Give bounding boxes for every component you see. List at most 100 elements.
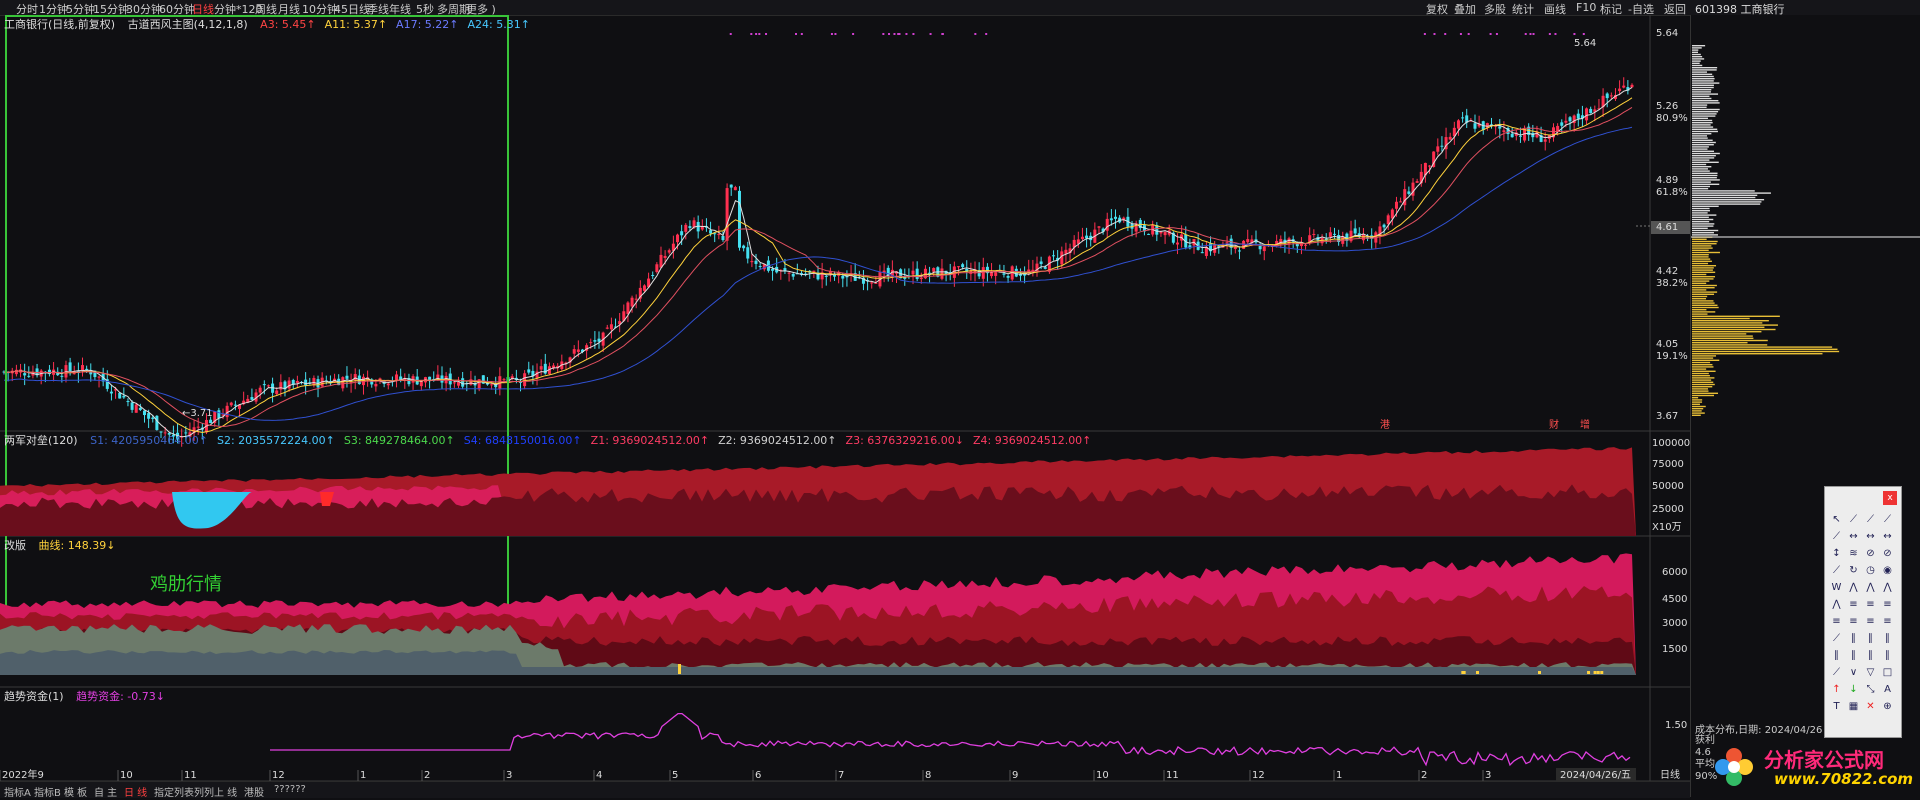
cost-bar — [1692, 104, 1708, 106]
y-tick-main: 5.64 — [1656, 28, 1678, 39]
candle-body — [1456, 120, 1460, 129]
cost-bar — [1692, 205, 1719, 207]
draw-tool-icon[interactable]: ✕ — [1862, 698, 1879, 715]
candle-body — [725, 188, 729, 241]
draw-tool-icon[interactable]: ∥ — [1845, 647, 1862, 664]
cost-bar — [1692, 135, 1708, 137]
draw-tool-icon[interactable]: ⊕ — [1879, 698, 1896, 715]
candle-body — [250, 397, 254, 400]
main-value-2: A17: 5.22↑ — [396, 18, 459, 31]
draw-tool-icon[interactable]: ∥ — [1879, 647, 1896, 664]
candle-body — [134, 404, 138, 413]
draw-tool-icon[interactable]: ⟋ — [1879, 511, 1896, 528]
draw-tool-icon[interactable]: ≡ — [1845, 596, 1862, 613]
signal-dot — [1524, 33, 1527, 35]
draw-tool-icon[interactable]: ▦ — [1845, 698, 1862, 715]
candle-body — [1510, 133, 1514, 138]
chart-canvas[interactable]: 5.64 ←3.71 港 财 增 5.64 5.2680.9% 4.8961.8% 4.61 4.… — [0, 15, 1690, 781]
y-tick-main: 3.67 — [1656, 411, 1678, 422]
candle-body — [395, 374, 399, 380]
draw-tool-icon[interactable]: ∥ — [1879, 630, 1896, 647]
candle-body — [266, 385, 270, 387]
bottom-tab-9[interactable]: ?????? — [274, 784, 306, 795]
candle-body — [151, 417, 155, 419]
x-tick-label: 1 — [1336, 770, 1342, 781]
draw-tool-icon[interactable]: T — [1828, 698, 1845, 715]
toolbar-item-5[interactable]: F10 — [1576, 1, 1596, 14]
draw-tool-icon[interactable]: ∥ — [1845, 630, 1862, 647]
cost-bar — [1692, 183, 1720, 185]
y-tick-panel2: 50000 — [1652, 481, 1684, 492]
draw-tool-icon[interactable]: ⟋ — [1845, 511, 1862, 528]
draw-tool-icon[interactable]: ⋀ — [1828, 596, 1845, 613]
y-tick-panel3: 1500 — [1662, 644, 1687, 655]
candle-body — [1225, 242, 1229, 244]
draw-tool-icon[interactable]: ≡ — [1862, 596, 1879, 613]
draw-tool-icon[interactable]: ≡ — [1845, 613, 1862, 630]
panel2-title[interactable]: 两军对垒(120) — [4, 434, 78, 447]
cost-bar — [1692, 192, 1771, 194]
main-panel-title: 工商银行(日线,前复权) — [4, 18, 116, 31]
draw-tool-icon[interactable]: ⋀ — [1879, 579, 1896, 596]
draw-tool-icon[interactable]: ↓ — [1845, 681, 1862, 698]
draw-tool-icon[interactable]: ↔ — [1845, 528, 1862, 545]
panel2-value-6: Z3: 6376329216.00↓ — [845, 434, 964, 447]
candle-body — [1630, 84, 1634, 88]
cost-bar — [1692, 216, 1709, 218]
draw-tool-icon[interactable]: ⋀ — [1845, 579, 1862, 596]
signal-dot — [1489, 33, 1492, 35]
draw-tool-icon[interactable]: ▽ — [1862, 664, 1879, 681]
signal-dot — [795, 33, 797, 35]
candle-body — [130, 402, 134, 410]
panel4-title[interactable]: 趋势资金(1) — [4, 690, 64, 703]
cost-bar — [1692, 366, 1714, 368]
draw-tool-icon[interactable]: □ — [1879, 664, 1896, 681]
draw-tool-icon[interactable]: ≡ — [1879, 596, 1896, 613]
candle-body — [1147, 233, 1151, 235]
draw-tool-icon[interactable]: ↖ — [1828, 511, 1845, 528]
close-button[interactable]: x — [1883, 491, 1897, 505]
cost-bar — [1692, 265, 1717, 267]
draw-tool-icon[interactable]: ⟋ — [1828, 664, 1845, 681]
candle-body — [1589, 108, 1593, 114]
signal-dot — [912, 33, 915, 35]
draw-tool-icon[interactable]: ⊘ — [1879, 545, 1896, 562]
draw-tool-icon[interactable]: ⊘ — [1862, 545, 1879, 562]
draw-tool-icon[interactable]: ≡ — [1862, 613, 1879, 630]
draw-tool-icon[interactable]: A — [1879, 681, 1896, 698]
candle-body — [1080, 236, 1084, 240]
draw-tool-icon[interactable]: ∥ — [1828, 647, 1845, 664]
draw-tool-icon[interactable]: ⟋ — [1828, 528, 1845, 545]
cost-bar — [1692, 243, 1717, 245]
draw-tool-icon[interactable]: ⟋ — [1828, 562, 1845, 579]
draw-tool-icon[interactable]: ⤡ — [1862, 681, 1879, 698]
draw-tool-icon[interactable]: ↔ — [1862, 528, 1879, 545]
draw-tool-icon[interactable]: ≡ — [1879, 613, 1896, 630]
draw-tool-icon[interactable]: ↕ — [1828, 545, 1845, 562]
draw-tool-icon[interactable]: ⟋ — [1862, 511, 1879, 528]
draw-tool-icon[interactable]: ∨ — [1845, 664, 1862, 681]
candle-body — [14, 369, 18, 375]
draw-tool-icon[interactable]: ∥ — [1862, 647, 1879, 664]
candle-body — [1085, 235, 1089, 239]
cost-bar — [1692, 287, 1715, 289]
draw-tool-icon[interactable]: ≡ — [1828, 613, 1845, 630]
main-indicator-name[interactable]: 古道西风主图(4,12,1,8) — [128, 18, 248, 31]
drawing-toolbox[interactable]: x ↖ ⟋ ⟋ ⟋ ⟋ ↔ ↔ ↔ ↕ ≋ ⊘ ⊘ ⟋ ↻ ◷ ◉ W ⋀ ⋀ ⋀ ⋀ ≡ ≡ ≡ ≡ ≡ ≡ ≡ ⟋ ∥ ∥ ∥ ∥ ∥ ∥ ∥ ⟋ ∨… — [1824, 486, 1902, 738]
draw-tool-icon[interactable]: ↻ — [1845, 562, 1862, 579]
draw-tool-icon[interactable]: ≋ — [1845, 545, 1862, 562]
cost-bar — [1692, 280, 1710, 282]
draw-tool-icon[interactable]: ⟋ — [1828, 630, 1845, 647]
draw-tool-icon[interactable]: W — [1828, 579, 1845, 596]
draw-tool-icon[interactable]: ↔ — [1879, 528, 1896, 545]
panel3-title[interactable]: 改版 — [4, 539, 26, 552]
cost-bar — [1692, 412, 1705, 414]
cost-bar — [1692, 357, 1714, 359]
y-tick-panel4: 1.50 — [1665, 720, 1687, 731]
draw-tool-icon[interactable]: ∥ — [1862, 630, 1879, 647]
draw-tool-icon[interactable]: ⋀ — [1862, 579, 1879, 596]
draw-tool-icon[interactable]: ◷ — [1862, 562, 1879, 579]
draw-tool-icon[interactable]: ◉ — [1879, 562, 1896, 579]
y-tick-main: 5.26 — [1656, 101, 1678, 112]
draw-tool-icon[interactable]: ↑ — [1828, 681, 1845, 698]
